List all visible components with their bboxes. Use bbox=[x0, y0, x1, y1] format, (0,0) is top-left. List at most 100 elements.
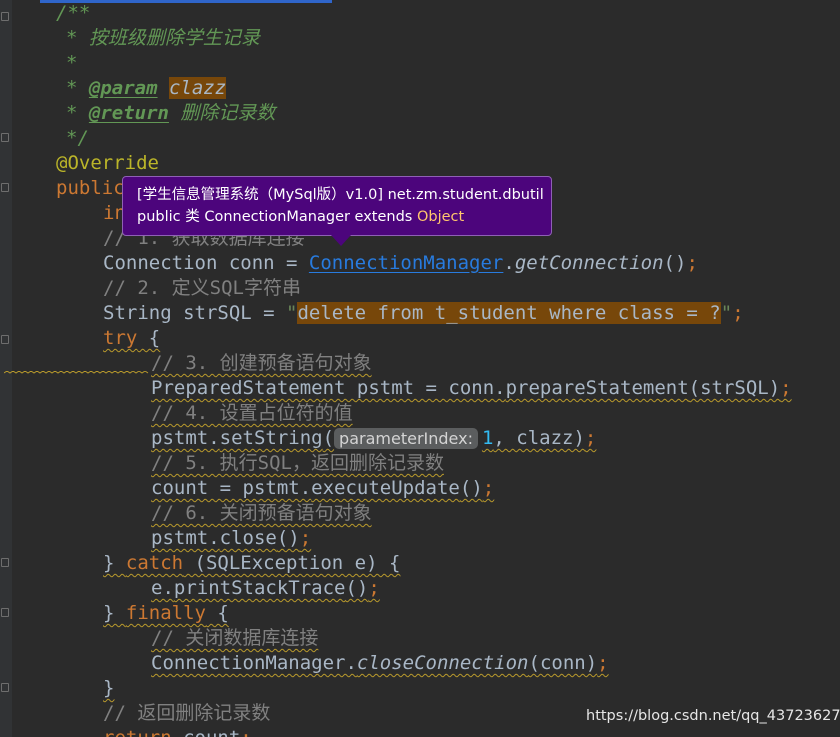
code-token: () bbox=[459, 477, 483, 499]
code-token: closeConnection bbox=[356, 652, 529, 674]
code-token: (SQLException e) { bbox=[183, 552, 401, 574]
code-token: () bbox=[276, 527, 300, 549]
code-line[interactable]: } finally { bbox=[0, 601, 229, 626]
code-token: ; bbox=[299, 527, 312, 549]
code-token: { bbox=[205, 602, 229, 624]
code-token: () bbox=[663, 252, 687, 274]
code-token: * bbox=[66, 102, 89, 124]
code-token: . bbox=[503, 252, 515, 274]
code-token: executeUpdate bbox=[311, 477, 460, 499]
code-token: count = pstmt. bbox=[151, 477, 312, 499]
code-line[interactable]: // 关闭数据库连接 bbox=[0, 626, 318, 651]
code-token: @return bbox=[88, 102, 169, 124]
code-token: /** bbox=[56, 2, 91, 24]
code-line[interactable]: String strSQL = "delete from t_student w… bbox=[0, 301, 744, 326]
code-token: ConnectionManager. bbox=[151, 652, 357, 674]
code-token: // 6. 关闭预备语句对象 bbox=[151, 502, 372, 524]
code-token: } bbox=[103, 602, 126, 624]
code-token: 删除记录数 bbox=[168, 102, 276, 124]
parameter-hint: parameterIndex: bbox=[334, 428, 478, 449]
code-token: (strSQL) bbox=[688, 377, 781, 399]
code-line[interactable]: * bbox=[0, 51, 77, 76]
code-token: */ bbox=[66, 127, 89, 149]
code-token: 1 bbox=[481, 427, 494, 449]
code-token: ; bbox=[732, 302, 744, 324]
code-token: pstmt. bbox=[151, 527, 220, 549]
code-line[interactable]: // 2. 定义SQL字符串 bbox=[0, 276, 301, 301]
code-line[interactable]: // 5. 执行SQL，返回删除记录数 bbox=[0, 451, 444, 476]
code-line[interactable]: * @param clazz bbox=[0, 76, 227, 101]
code-line[interactable]: * 按班级删除学生记录 bbox=[0, 26, 260, 51]
code-token: getConnection bbox=[514, 252, 664, 274]
tooltip-object-link[interactable]: Object bbox=[417, 209, 464, 225]
code-token: // 2. 定义SQL字符串 bbox=[103, 277, 301, 299]
code-token: finally bbox=[125, 602, 206, 624]
code-token: try bbox=[103, 327, 138, 349]
code-token: // 4. 设置占位符的值 bbox=[151, 402, 353, 424]
code-line[interactable]: // 返回删除记录数 bbox=[0, 701, 270, 726]
code-token: pstmt. bbox=[151, 427, 220, 449]
code-token: ; bbox=[686, 252, 698, 274]
code-token: Connection conn = bbox=[103, 252, 309, 274]
code-token: ; bbox=[368, 577, 380, 599]
code-token: return bbox=[103, 727, 172, 737]
code-token: , clazz) bbox=[493, 427, 585, 449]
code-line[interactable]: pstmt.setString(parameterIndex: 1, clazz)… bbox=[0, 426, 596, 451]
code-token: " bbox=[720, 302, 733, 324]
code-token: ; bbox=[584, 427, 597, 449]
code-token: * bbox=[66, 77, 89, 99]
code-line[interactable]: // 4. 设置占位符的值 bbox=[0, 401, 353, 426]
code-line[interactable]: e.printStackTrace(); bbox=[0, 576, 380, 601]
code-token: ; bbox=[240, 727, 251, 737]
code-line[interactable]: Connection conn = ConnectionManager.getC… bbox=[0, 251, 698, 276]
code-token: } bbox=[103, 552, 126, 574]
code-line[interactable]: } catch (SQLException e) { bbox=[0, 551, 400, 576]
code-token: String strSQL = bbox=[103, 302, 287, 324]
code-token: } bbox=[103, 677, 115, 699]
code-line[interactable]: /** bbox=[0, 1, 90, 26]
code-token: * bbox=[66, 52, 78, 74]
code-token: setString bbox=[219, 427, 323, 449]
tooltip-location: [学生信息管理系统（MySql版）v1.0] net.zm.student.db… bbox=[137, 187, 544, 203]
code-line[interactable]: in bbox=[0, 201, 126, 226]
code-token: close bbox=[219, 527, 277, 549]
code-token: (conn) bbox=[528, 652, 598, 674]
code-token: delete from t_student where class = ? bbox=[297, 302, 721, 324]
code-token: ; bbox=[780, 377, 792, 399]
warning-squiggle bbox=[4, 371, 149, 374]
code-token: // 关闭数据库连接 bbox=[151, 627, 319, 649]
code-token: " bbox=[286, 302, 298, 324]
code-token: @param bbox=[88, 77, 158, 99]
tooltip-arrow bbox=[331, 235, 351, 246]
code-token: @Override bbox=[56, 152, 159, 174]
code-token: ; bbox=[482, 477, 495, 499]
code-editor[interactable]: /** * 按班级删除学生记录 * * @param clazz * @return 删… bbox=[0, 0, 840, 737]
tooltip-declaration-text: public 类 ConnectionManager extends bbox=[137, 209, 417, 225]
code-line[interactable]: * @return 删除记录数 bbox=[0, 101, 275, 126]
code-line[interactable]: */ bbox=[0, 126, 89, 151]
code-token: () bbox=[345, 577, 369, 599]
code-token: ; bbox=[597, 652, 609, 674]
code-token: prepareStatement bbox=[505, 377, 689, 399]
class-info-tooltip: [学生信息管理系统（MySql版）v1.0] net.zm.student.db… bbox=[122, 176, 552, 236]
code-token: public bbox=[56, 177, 125, 199]
code-line[interactable]: ConnectionManager.closeConnection(conn); bbox=[0, 651, 609, 676]
code-line[interactable]: try { bbox=[0, 326, 160, 351]
code-token: * 按班级删除学生记录 bbox=[66, 27, 260, 49]
tooltip-declaration: public 类 ConnectionManager extends Objec… bbox=[137, 206, 551, 228]
code-line[interactable]: pstmt.close(); bbox=[0, 526, 311, 551]
code-token: catch bbox=[125, 552, 184, 574]
code-line[interactable]: return count; bbox=[0, 726, 252, 737]
code-line[interactable]: PreparedStatement pstmt = conn.prepareSt… bbox=[0, 376, 792, 401]
code-token: ConnectionManager bbox=[308, 252, 504, 274]
code-token: PreparedStatement pstmt = conn. bbox=[151, 377, 506, 399]
code-line[interactable]: // 6. 关闭预备语句对象 bbox=[0, 501, 372, 526]
code-line[interactable]: } bbox=[0, 676, 114, 701]
code-token: // 5. 执行SQL，返回删除记录数 bbox=[151, 452, 444, 474]
code-line[interactable]: public bbox=[0, 176, 125, 201]
code-line[interactable]: count = pstmt.executeUpdate(); bbox=[0, 476, 494, 501]
code-line[interactable]: @Override bbox=[0, 151, 159, 176]
code-token: clazz bbox=[168, 77, 227, 99]
code-token: { bbox=[137, 327, 161, 349]
